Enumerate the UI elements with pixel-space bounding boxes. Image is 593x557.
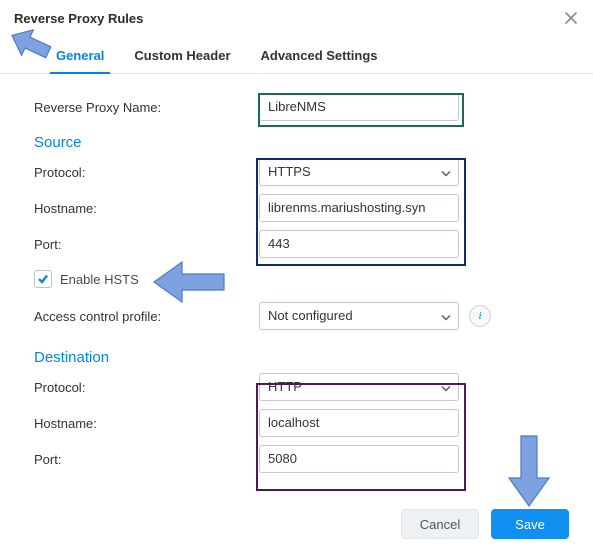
label-source-port: Port: <box>34 237 259 252</box>
label-source-hostname: Hostname: <box>34 201 259 216</box>
label-destination-hostname: Hostname: <box>34 416 259 431</box>
tab-content: Reverse Proxy Name: LibreNMS Source Prot… <box>0 74 593 474</box>
label-reverse-proxy-name: Reverse Proxy Name: <box>34 100 259 115</box>
input-destination-hostname[interactable]: localhost <box>259 409 459 437</box>
tab-custom-header[interactable]: Custom Header <box>132 42 232 73</box>
select-access-control-profile[interactable]: Not configured <box>259 302 459 330</box>
section-destination-title: Destination <box>34 349 559 366</box>
close-icon[interactable] <box>563 10 579 26</box>
checkbox-enable-hsts[interactable] <box>34 270 52 288</box>
info-icon[interactable]: i <box>469 305 491 327</box>
input-source-port[interactable]: 443 <box>259 230 459 258</box>
input-source-hostname[interactable]: librenms.mariushosting.syn <box>259 194 459 222</box>
select-destination-protocol[interactable]: HTTP <box>259 373 459 401</box>
input-destination-port[interactable]: 5080 <box>259 445 459 473</box>
cancel-button[interactable]: Cancel <box>401 509 479 539</box>
row-destination-port: Port: 5080 <box>34 444 559 474</box>
label-enable-hsts: Enable HSTS <box>60 272 139 287</box>
row-source-hostname: Hostname: librenms.mariushosting.syn <box>34 193 559 223</box>
input-reverse-proxy-name[interactable]: LibreNMS <box>259 93 459 121</box>
tab-general[interactable]: General <box>54 42 106 73</box>
row-access-control-profile: Access control profile: Not configured i <box>34 301 559 331</box>
label-access-control-profile: Access control profile: <box>34 309 259 324</box>
dialog-title: Reverse Proxy Rules <box>14 11 563 26</box>
label-destination-protocol: Protocol: <box>34 380 259 395</box>
tab-advanced-settings[interactable]: Advanced Settings <box>259 42 380 73</box>
titlebar: Reverse Proxy Rules <box>0 0 593 32</box>
select-source-protocol[interactable]: HTTPS <box>259 158 459 186</box>
tabs: General Custom Header Advanced Settings <box>0 32 593 74</box>
row-source-protocol: Protocol: HTTPS <box>34 157 559 187</box>
row-destination-hostname: Hostname: localhost <box>34 408 559 438</box>
row-reverse-proxy-name: Reverse Proxy Name: LibreNMS <box>34 92 559 122</box>
reverse-proxy-dialog: Reverse Proxy Rules General Custom Heade… <box>0 0 593 557</box>
row-source-port: Port: 443 <box>34 229 559 259</box>
save-button[interactable]: Save <box>491 509 569 539</box>
row-destination-protocol: Protocol: HTTP <box>34 372 559 402</box>
dialog-footer: Cancel Save <box>401 509 569 539</box>
label-destination-port: Port: <box>34 452 259 467</box>
section-source-title: Source <box>34 134 559 151</box>
label-source-protocol: Protocol: <box>34 165 259 180</box>
row-enable-hsts: Enable HSTS <box>34 267 559 291</box>
